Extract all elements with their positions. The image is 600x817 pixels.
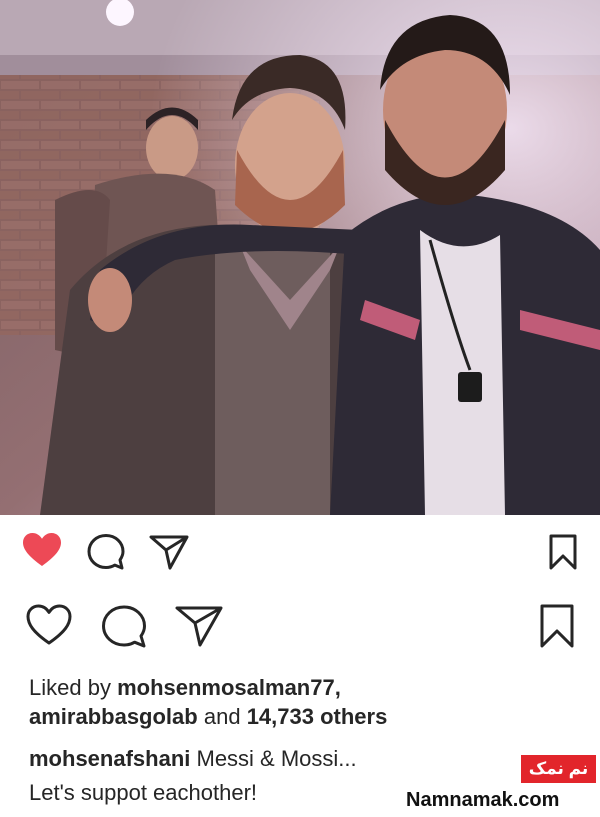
- likes-separator: ,: [334, 675, 341, 700]
- liked-by-second-link[interactable]: amirabbasgolab: [29, 704, 198, 729]
- likes-line-2: amirabbasgolab and 14,733 others: [29, 703, 387, 731]
- action-bar-primary: [0, 518, 600, 588]
- comment-icon[interactable]: [87, 533, 125, 571]
- photo-illustration: [0, 0, 600, 515]
- liked-by-user-link[interactable]: mohsenmosalman77: [117, 675, 335, 700]
- watermark-badge: نم نمک: [521, 755, 596, 783]
- likes-line: Liked by mohsenmosalman77,: [29, 674, 341, 702]
- likes-and: and: [203, 704, 241, 729]
- action-bar-secondary: [0, 590, 600, 660]
- caption-username-link[interactable]: mohsenafshani: [29, 746, 190, 771]
- bookmark-icon[interactable]: [549, 534, 577, 570]
- likes-prefix: Liked by: [29, 675, 111, 700]
- instagram-post: Liked by mohsenmosalman77, amirabbasgola…: [0, 0, 600, 817]
- caption-text: Messi & Mossi...: [196, 746, 357, 771]
- heart-outline-icon[interactable]: [26, 604, 72, 646]
- share-icon[interactable]: [175, 605, 223, 647]
- bookmark-icon[interactable]: [540, 604, 574, 648]
- heart-filled-icon[interactable]: [22, 532, 62, 568]
- likes-count-link[interactable]: 14,733 others: [247, 704, 388, 729]
- caption-line: mohsenafshani Messi & Mossi...: [29, 745, 357, 773]
- watermark-site: Namnamak.com: [406, 789, 560, 811]
- post-photo[interactable]: [0, 0, 600, 515]
- caption-line-2: Let's suppot eachother!: [29, 780, 258, 805]
- comment-icon[interactable]: [101, 604, 147, 650]
- share-icon[interactable]: [149, 534, 189, 570]
